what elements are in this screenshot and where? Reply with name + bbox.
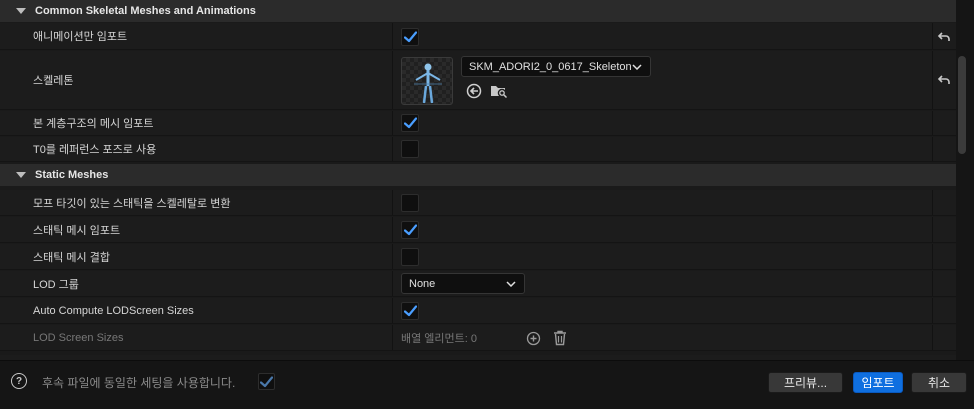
- row-label: 스태틱 메시 결합: [33, 251, 110, 264]
- skeleton-thumbnail[interactable]: [401, 57, 453, 105]
- lod-group-combo[interactable]: None: [401, 273, 525, 294]
- section-title: Common Skeletal Meshes and Animations: [35, 5, 256, 17]
- trash-icon[interactable]: [553, 330, 567, 346]
- t0-reference-pose-checkbox[interactable]: [401, 140, 419, 158]
- lod-group-value: None: [409, 277, 436, 290]
- row-label: 스켈레톤: [33, 75, 74, 87]
- reset-arrow-icon[interactable]: [937, 30, 951, 44]
- checkmark-icon: [404, 224, 417, 236]
- skeleton-figure-icon: [414, 63, 442, 104]
- row-label: 스태틱 메시 임포트: [33, 224, 121, 237]
- skeleton-combo[interactable]: SKM_ADORI2_0_0617_Skeleton: [461, 56, 651, 77]
- triangle-down-icon[interactable]: [16, 8, 26, 14]
- chevron-down-icon: [632, 63, 642, 70]
- row-label: T0를 레퍼런스 포즈로 사용: [33, 144, 157, 156]
- section-header-static[interactable]: Static Meshes: [0, 164, 956, 186]
- skeleton-value: SKM_ADORI2_0_0617_Skeleton: [469, 60, 632, 73]
- convert-morph-static-checkbox[interactable]: [401, 194, 419, 212]
- checkmark-icon: [404, 305, 417, 317]
- row-anim-only: 애니메이션만 임포트: [0, 23, 956, 50]
- row-import-bone-hierarchy: 본 계층구조의 메시 임포트: [0, 111, 956, 136]
- checkmark-icon: [260, 376, 273, 388]
- section-title: Static Meshes: [35, 169, 109, 181]
- import-button[interactable]: 임포트: [853, 372, 903, 393]
- row-label: 모프 타깃이 있는 스태틱을 스켈레탈로 변환: [33, 197, 231, 210]
- checkmark-icon: [404, 117, 417, 129]
- row-auto-compute-lod: Auto Compute LODScreen Sizes: [0, 298, 956, 324]
- use-same-settings-label: 후속 파일에 동일한 세팅을 사용합니다.: [42, 376, 236, 390]
- import-options-panel: Common Skeletal Meshes and Animations 애니…: [0, 0, 956, 360]
- row-t0-reference-pose: T0를 레퍼런스 포즈로 사용: [0, 137, 956, 162]
- reset-arrow-icon[interactable]: [937, 73, 951, 87]
- row-label: 애니메이션만 임포트: [33, 31, 128, 43]
- combine-static-mesh-checkbox[interactable]: [401, 248, 419, 266]
- question-circle-icon[interactable]: ?: [11, 373, 27, 389]
- triangle-down-icon[interactable]: [16, 172, 26, 178]
- dialog-footer: ? 후속 파일에 동일한 세팅을 사용합니다. 프리뷰... 임포트 취소: [0, 360, 974, 409]
- import-bone-hierarchy-checkbox[interactable]: [401, 114, 419, 132]
- cancel-button[interactable]: 취소: [911, 372, 967, 393]
- arrow-left-circle-icon[interactable]: [466, 83, 482, 99]
- preview-button[interactable]: 프리뷰...: [768, 372, 843, 393]
- row-lod-screen-sizes: LOD Screen Sizes 배열 엘리먼트: 0: [0, 325, 956, 351]
- row-convert-morph-static: 모프 타깃이 있는 스태틱을 스켈레탈로 변환: [0, 190, 956, 216]
- section-header-common[interactable]: Common Skeletal Meshes and Animations: [0, 0, 956, 22]
- scrollbar-thumb[interactable]: [958, 56, 966, 154]
- use-same-settings-checkbox[interactable]: [258, 373, 275, 390]
- row-label: LOD 그룹: [33, 278, 79, 291]
- plus-circle-icon[interactable]: [526, 331, 541, 346]
- row-label: LOD Screen Sizes: [33, 331, 124, 344]
- chevron-down-icon: [506, 280, 516, 287]
- row-label: 본 계층구조의 메시 임포트: [33, 118, 154, 130]
- anim-only-checkbox[interactable]: [401, 28, 419, 46]
- row-label: Auto Compute LODScreen Sizes: [33, 304, 194, 317]
- checkmark-icon: [404, 31, 417, 43]
- array-element-count: 배열 엘리먼트: 0: [401, 332, 478, 345]
- auto-compute-lod-checkbox[interactable]: [401, 302, 419, 320]
- folder-search-icon[interactable]: [490, 83, 508, 99]
- row-import-static-mesh: 스태틱 메시 임포트: [0, 217, 956, 243]
- row-combine-static-mesh: 스태틱 메시 결합: [0, 244, 956, 270]
- import-static-mesh-checkbox[interactable]: [401, 221, 419, 239]
